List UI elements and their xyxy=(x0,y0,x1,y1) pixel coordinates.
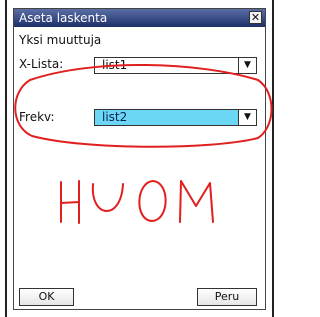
frequency-dropdown[interactable]: list2 ▼ xyxy=(94,109,257,126)
frequency-value: list2 xyxy=(102,110,128,124)
x-list-dropdown[interactable]: list1 ▼ xyxy=(94,57,257,74)
x-list-value: list1 xyxy=(102,58,128,72)
right-frame-line xyxy=(272,0,274,317)
calculation-settings-dialog: Aseta laskenta ✕ Yksi muuttuja X-Lista: … xyxy=(13,8,266,310)
ok-button[interactable]: OK xyxy=(19,288,74,306)
x-list-label: X-Lista: xyxy=(19,57,64,71)
cancel-button[interactable]: Peru xyxy=(197,288,257,306)
frequency-label: Frekv: xyxy=(19,110,55,124)
left-frame-line xyxy=(5,0,7,317)
dialog-titlebar: Aseta laskenta ✕ xyxy=(14,9,265,27)
chevron-down-icon[interactable]: ▼ xyxy=(238,110,256,125)
dialog-title: Aseta laskenta xyxy=(19,11,108,25)
calculation-type-heading: Yksi muuttuja xyxy=(19,33,102,47)
chevron-down-icon[interactable]: ▼ xyxy=(238,58,256,73)
close-icon[interactable]: ✕ xyxy=(249,11,262,24)
